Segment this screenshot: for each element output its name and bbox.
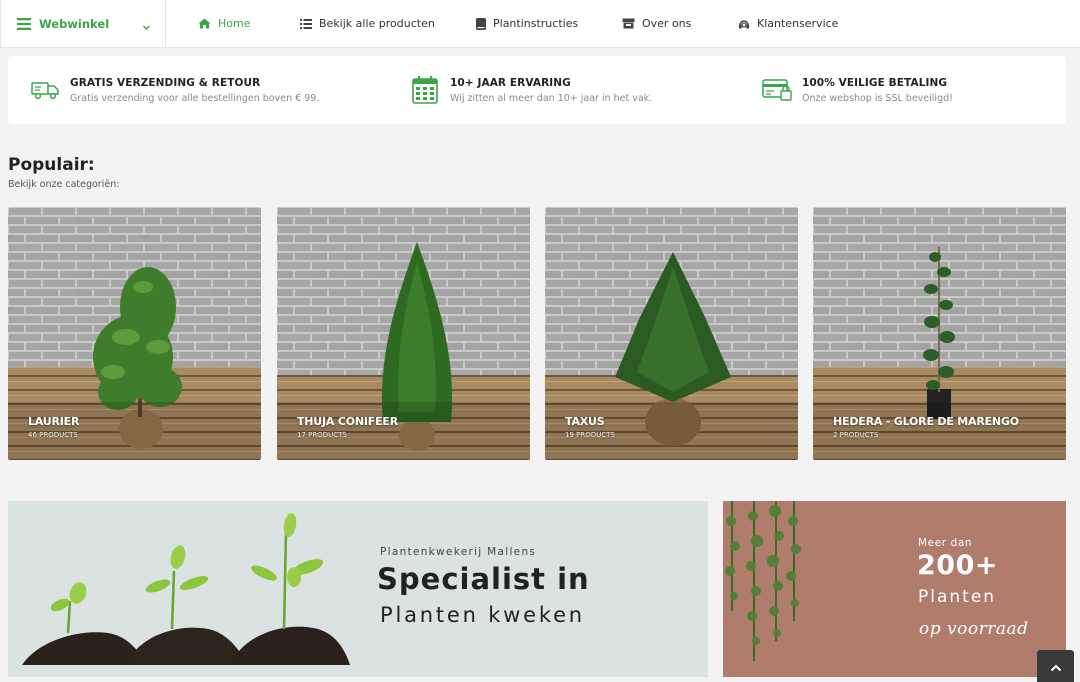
nav-item-over-ons[interactable]: Over ons xyxy=(622,0,691,48)
usp-experience: 10+ JAAR ERVARING Wij zitten al meer dan… xyxy=(410,56,652,124)
category-name: TAXUS xyxy=(565,415,605,428)
truck-icon xyxy=(30,80,60,100)
usp-title: 100% VEILIGE BETALING xyxy=(802,76,948,89)
headset-icon xyxy=(738,18,750,30)
nav-item-home[interactable]: Home xyxy=(198,0,250,48)
seedlings-illustration xyxy=(22,513,350,665)
popular-heading: Populair: xyxy=(8,155,95,175)
nav-item-label: Klantenservice xyxy=(757,17,839,30)
category-name: THUJA CONIFEER xyxy=(297,415,399,428)
calendar-icon xyxy=(410,76,440,104)
nav-item-all-products[interactable]: Bekijk alle producten xyxy=(300,0,435,48)
stock-meer-dan: Meer dan xyxy=(918,537,973,549)
usp-payment: 100% VEILIGE BETALING Onze webshop is SS… xyxy=(762,56,953,124)
usp-subtitle: Wij zitten al meer dan 10+ jaar in het v… xyxy=(450,92,653,104)
book-icon xyxy=(476,17,486,30)
nav-item-label: Plantinstructies xyxy=(493,17,579,30)
scroll-to-top-button[interactable] xyxy=(1037,650,1074,682)
popular-subheading: Bekijk onze categoriën: xyxy=(8,179,120,190)
category-card-laurier[interactable]: LAURIER 46 PRODUCTS xyxy=(8,207,261,460)
category-card-hedera[interactable]: HEDERA - GLORE DE MARENGO 2 PRODUCTS xyxy=(813,207,1066,460)
list-icon xyxy=(300,18,312,29)
specialist-banner[interactable]: Plantenkwekerij Mallens Specialist in Pl… xyxy=(8,501,708,677)
banner-subheadline: Planten kweken xyxy=(380,603,585,627)
secure-payment-icon xyxy=(762,79,792,101)
usp-subtitle: Gratis verzending voor alle bestellingen… xyxy=(70,92,320,104)
webwinkel-menu-button[interactable]: Webwinkel xyxy=(0,0,166,48)
nav-item-label: Over ons xyxy=(642,17,692,30)
chevron-up-icon xyxy=(1050,657,1062,676)
nav-item-label: Bekijk alle producten xyxy=(319,17,435,30)
hanging-plant-illustration xyxy=(725,501,801,661)
nav-item-plantinstructies[interactable]: Plantinstructies xyxy=(476,0,578,48)
stock-planten: Planten xyxy=(918,587,997,607)
category-card-taxus[interactable]: TAXUS 19 PRODUCTS xyxy=(545,207,798,460)
stock-number: 200+ xyxy=(917,550,998,581)
nav-item-klantenservice[interactable]: Klantenservice xyxy=(738,0,838,48)
usp-shipping: GRATIS VERZENDING & RETOUR Gratis verzen… xyxy=(30,56,319,124)
webwinkel-label: Webwinkel xyxy=(39,17,110,31)
category-count: 46 PRODUCTS xyxy=(28,431,78,439)
stock-banner[interactable]: Meer dan 200+ Planten op voorraad xyxy=(723,501,1066,677)
category-card-thuja[interactable]: THUJA CONIFEER 17 PRODUCTS xyxy=(277,207,530,460)
main-navigation: Webwinkel Home Bekijk alle producten Pla… xyxy=(0,0,1080,48)
usp-bar: GRATIS VERZENDING & RETOUR Gratis verzen… xyxy=(8,56,1066,124)
hamburger-icon xyxy=(17,15,31,34)
banner-kicker: Plantenkwekerij Mallens xyxy=(380,546,537,558)
banner-headline: Specialist in xyxy=(377,562,590,596)
stock-op-voorraad: op voorraad xyxy=(919,619,1029,639)
nav-item-label: Home xyxy=(218,17,251,30)
usp-title: 10+ JAAR ERVARING xyxy=(450,76,571,89)
category-count: 2 PRODUCTS xyxy=(833,431,879,439)
usp-title: GRATIS VERZENDING & RETOUR xyxy=(70,76,261,89)
chevron-down-icon xyxy=(142,17,151,36)
usp-subtitle: Onze webshop is SSL beveiligd! xyxy=(802,92,953,104)
store-icon xyxy=(622,18,635,29)
category-name: LAURIER xyxy=(28,415,80,428)
category-count: 19 PRODUCTS xyxy=(565,431,615,439)
home-icon xyxy=(198,18,211,29)
category-count: 17 PRODUCTS xyxy=(297,431,347,439)
category-name: HEDERA - GLORE DE MARENGO xyxy=(833,415,1019,428)
